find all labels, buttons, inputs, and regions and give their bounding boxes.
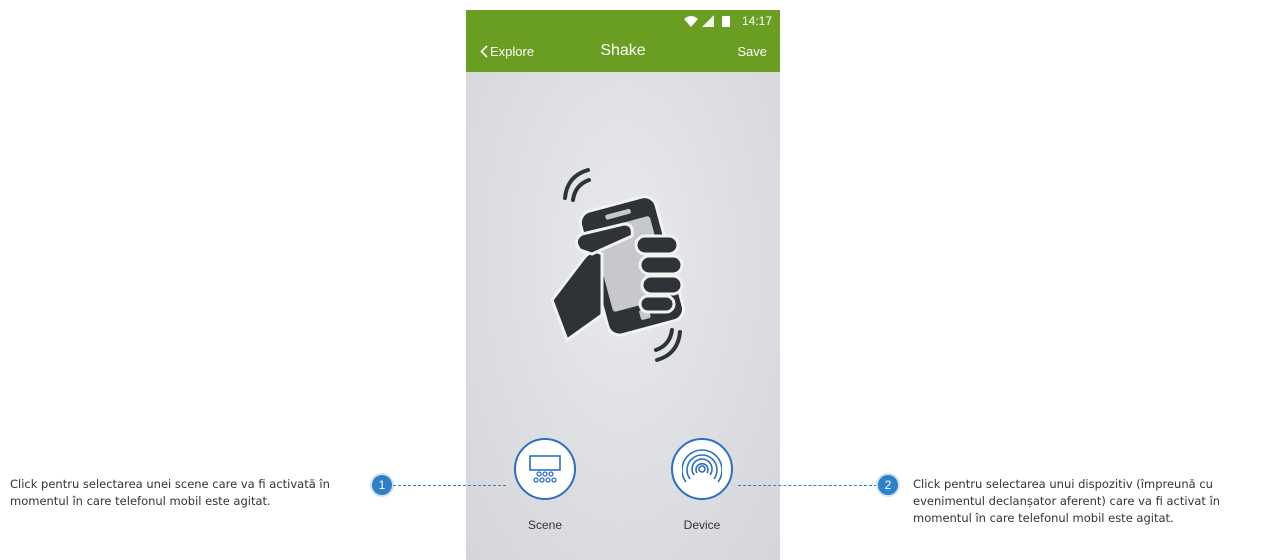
device-icon [682, 449, 722, 483]
scene-icon [529, 455, 561, 483]
status-bar: 14:17 [466, 10, 780, 32]
callout-device-text: Click pentru selectarea unui dispozitiv … [913, 477, 1221, 525]
phone-screen: 14:17 Explore Shake Save Scene Device [466, 10, 780, 560]
callout-leader-2 [738, 485, 877, 486]
status-icons [684, 15, 730, 27]
callout-scene-text: Click pentru selectarea unei scene care … [10, 477, 330, 508]
device-label: Device [683, 518, 721, 532]
callout-badge-1: 1 [372, 475, 392, 495]
signal-icon [702, 15, 714, 27]
status-time: 14:17 [741, 14, 772, 28]
device-circle[interactable] [671, 438, 733, 500]
save-button[interactable]: Save [737, 44, 767, 59]
wifi-icon [684, 16, 698, 27]
scene-circle[interactable] [514, 438, 576, 500]
shake-phone-icon [550, 168, 685, 362]
scene-button[interactable]: Scene [505, 438, 585, 532]
callout-leader-1 [393, 485, 506, 486]
nav-bar: Explore Shake Save [466, 32, 780, 72]
device-button[interactable]: Device [662, 438, 742, 532]
callout-badge-2: 2 [878, 475, 898, 495]
battery-icon [722, 16, 730, 27]
scene-label: Scene [527, 518, 563, 532]
page-title: Shake [600, 42, 646, 59]
